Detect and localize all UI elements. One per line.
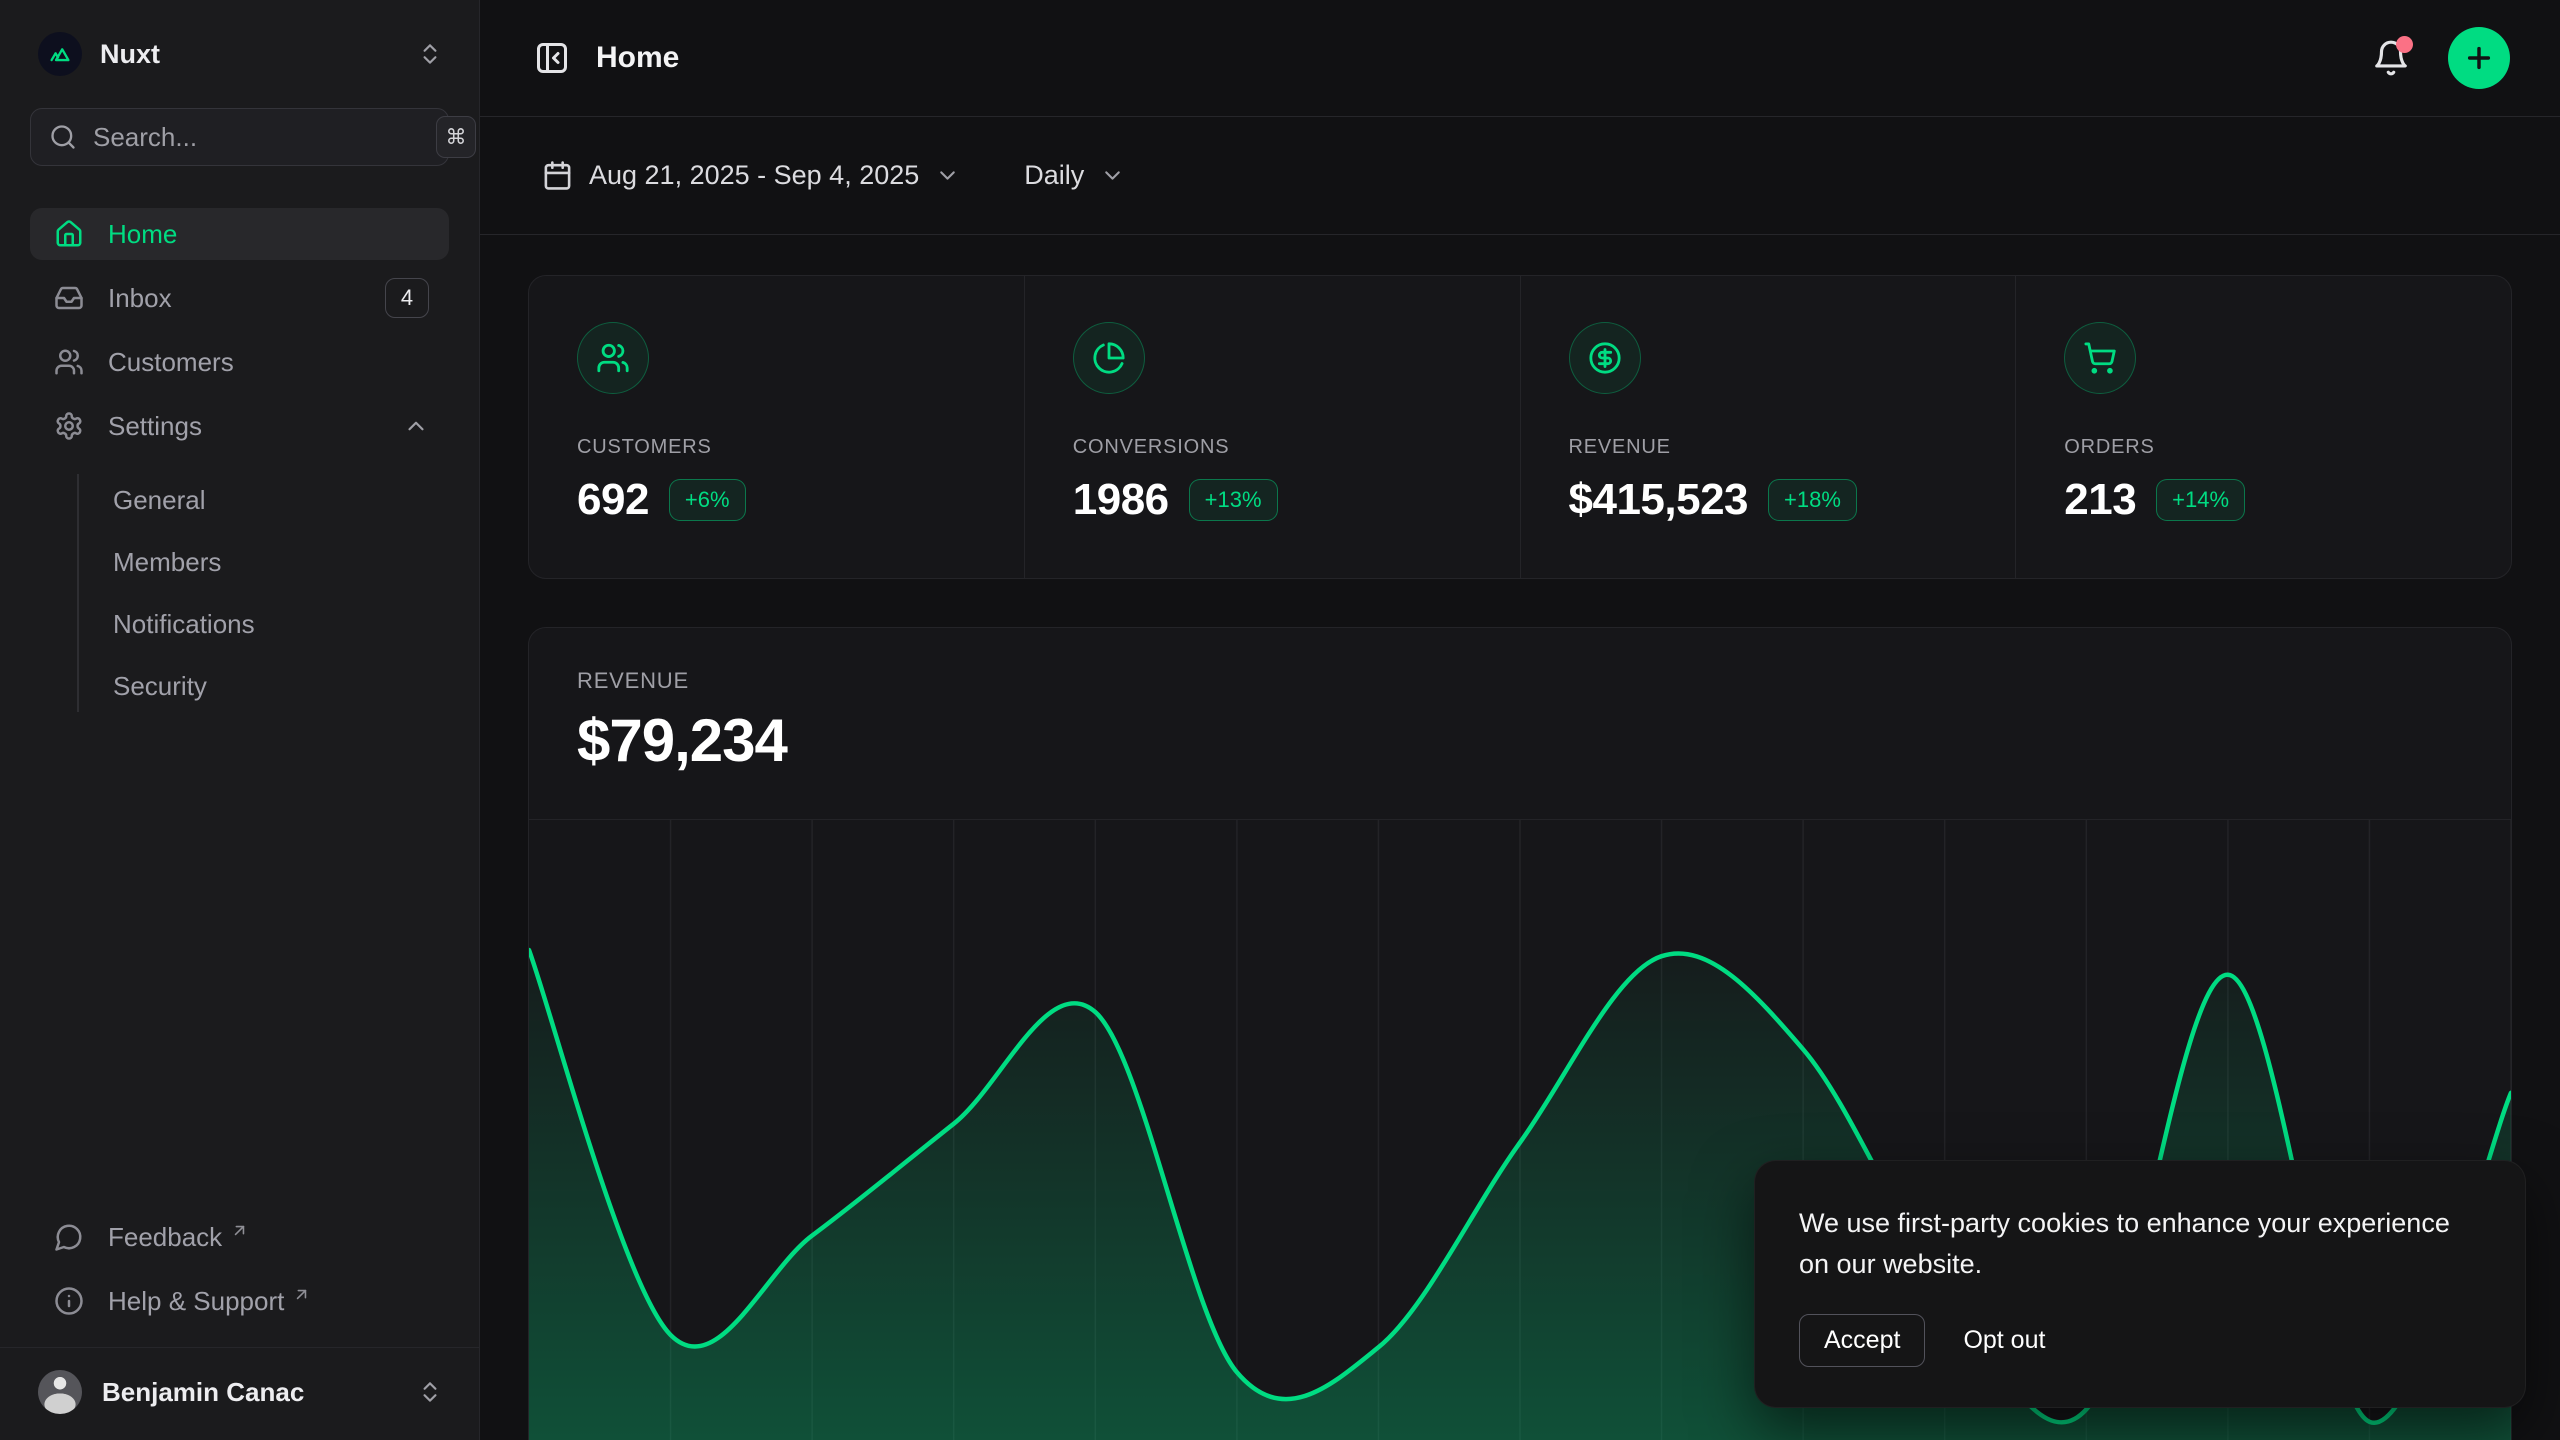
feedback-link[interactable]: Feedback xyxy=(30,1211,449,1263)
user-name: Benjamin Canac xyxy=(102,1377,304,1408)
date-range-picker[interactable]: Aug 21, 2025 - Sep 4, 2025 xyxy=(534,150,968,201)
stat-value: 1986 xyxy=(1073,475,1169,525)
avatar xyxy=(38,1370,82,1414)
stat-customers: CUSTOMERS 692 +6% xyxy=(529,276,1024,578)
stat-change-badge: +6% xyxy=(669,479,746,521)
stat-value: 692 xyxy=(577,475,649,525)
sidebar-main: Nuxt ⌘ K Home xyxy=(0,0,479,1347)
sidebar-item-label: Customers xyxy=(108,347,234,378)
external-link-icon xyxy=(292,1285,311,1304)
calendar-icon xyxy=(542,160,573,191)
sidebar-footer-links: Feedback Help & Support xyxy=(30,1211,449,1347)
cookie-banner: We use first-party cookies to enhance yo… xyxy=(1754,1160,2526,1408)
stats-row: CUSTOMERS 692 +6% CONVERSIONS 1986 +13% xyxy=(528,275,2512,579)
stat-value: 213 xyxy=(2064,475,2136,525)
sidebar-item-inbox[interactable]: Inbox 4 xyxy=(30,272,449,324)
nuxt-logo-icon xyxy=(38,32,82,76)
sidebar-item-label: Settings xyxy=(108,411,202,442)
gear-icon xyxy=(54,411,84,441)
sidebar-item-customers[interactable]: Customers xyxy=(30,336,449,388)
pie-chart-icon xyxy=(1073,322,1145,394)
stat-change-badge: +13% xyxy=(1189,479,1278,521)
kbd-cmd: ⌘ xyxy=(436,116,476,158)
sidebar: Nuxt ⌘ K Home xyxy=(0,0,480,1440)
chevrons-up-down-icon xyxy=(417,41,443,67)
help-support-label: Help & Support xyxy=(108,1286,284,1317)
chevron-up-icon xyxy=(403,413,429,439)
sidebar-subitem-notifications[interactable]: Notifications xyxy=(107,598,449,650)
stat-label: CUSTOMERS xyxy=(577,436,976,459)
feedback-label: Feedback xyxy=(108,1222,222,1253)
stat-label: CONVERSIONS xyxy=(1073,436,1472,459)
sidebar-subitem-members[interactable]: Members xyxy=(107,536,449,588)
sidebar-nav: Home Inbox 4 Customers xyxy=(30,208,449,716)
shopping-cart-icon xyxy=(2064,322,2136,394)
stat-orders: ORDERS 213 +14% xyxy=(2015,276,2511,578)
page-title: Home xyxy=(596,41,679,75)
help-support-link[interactable]: Help & Support xyxy=(30,1275,449,1327)
stat-value: $415,523 xyxy=(1569,475,1749,525)
stat-revenue: REVENUE $415,523 +18% xyxy=(1520,276,2016,578)
stat-change-badge: +18% xyxy=(1768,479,1857,521)
info-circle-icon xyxy=(54,1286,84,1316)
add-button[interactable] xyxy=(2448,27,2510,89)
sidebar-item-label: Inbox xyxy=(108,283,172,314)
cookie-actions: Accept Opt out xyxy=(1799,1314,2481,1367)
search-icon xyxy=(49,123,77,151)
chevron-down-icon xyxy=(1100,163,1125,188)
workspace-switcher[interactable]: Nuxt xyxy=(30,26,449,82)
period-select[interactable]: Daily xyxy=(1016,150,1133,201)
plus-icon xyxy=(2463,42,2495,74)
page-header: Home xyxy=(480,0,2560,117)
cookie-message: We use first-party cookies to enhance yo… xyxy=(1799,1203,2459,1284)
revenue-chart-value: $79,234 xyxy=(577,706,2463,775)
stat-conversions: CONVERSIONS 1986 +13% xyxy=(1024,276,1520,578)
period-value: Daily xyxy=(1024,160,1084,191)
date-range-value: Aug 21, 2025 - Sep 4, 2025 xyxy=(589,160,919,191)
sidebar-item-settings[interactable]: Settings xyxy=(30,400,449,452)
chevron-down-icon xyxy=(935,163,960,188)
notifications-button[interactable] xyxy=(2372,39,2410,77)
header-actions xyxy=(2372,27,2510,89)
panel-left-close-icon xyxy=(534,40,570,76)
settings-sub-list: General Members Notifications Security xyxy=(77,474,449,712)
inbox-icon xyxy=(54,283,84,313)
cookie-optout-button[interactable]: Opt out xyxy=(1959,1315,2049,1366)
stat-label: ORDERS xyxy=(2064,436,2463,459)
sidebar-item-home[interactable]: Home xyxy=(30,208,449,260)
cookie-accept-button[interactable]: Accept xyxy=(1799,1314,1925,1367)
revenue-chart-header: REVENUE $79,234 xyxy=(529,628,2511,775)
home-icon xyxy=(54,219,84,249)
external-link-icon xyxy=(230,1221,249,1240)
collapse-sidebar-button[interactable] xyxy=(534,40,570,76)
search-input[interactable] xyxy=(93,122,428,153)
revenue-chart-label: REVENUE xyxy=(577,668,2463,694)
message-bubble-icon xyxy=(54,1222,84,1252)
stat-label: REVENUE xyxy=(1569,436,1968,459)
filters-toolbar: Aug 21, 2025 - Sep 4, 2025 Daily xyxy=(480,117,2560,235)
users-icon xyxy=(54,347,84,377)
circle-dollar-icon xyxy=(1569,322,1641,394)
notification-dot xyxy=(2396,36,2413,53)
search-box[interactable]: ⌘ K xyxy=(30,108,449,166)
chevrons-up-down-icon xyxy=(417,1379,443,1405)
stat-change-badge: +14% xyxy=(2156,479,2245,521)
inbox-count-badge: 4 xyxy=(385,278,429,318)
brand-name: Nuxt xyxy=(100,39,160,70)
users-icon xyxy=(577,322,649,394)
sidebar-item-label: Home xyxy=(108,219,177,250)
user-menu[interactable]: Benjamin Canac xyxy=(0,1347,479,1440)
sidebar-subitem-general[interactable]: General xyxy=(107,474,449,526)
sidebar-subitem-security[interactable]: Security xyxy=(107,660,449,712)
